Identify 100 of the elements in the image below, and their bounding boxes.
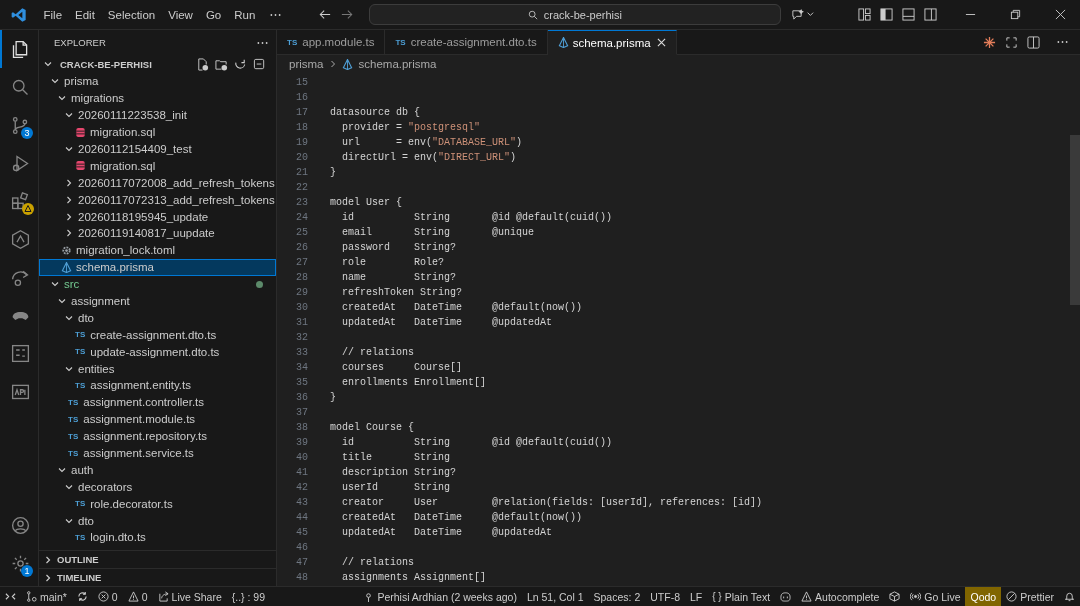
prisma-triangle-icon	[61, 261, 72, 273]
menu-item[interactable]: Edit	[68, 8, 102, 21]
menu-item[interactable]: Go	[199, 8, 228, 21]
editor-tab[interactable]: TS create-assignment.dto.ts	[385, 30, 548, 55]
new-file-icon[interactable]	[196, 57, 209, 71]
tree-item[interactable]: dto	[39, 309, 276, 327]
breadcrumb-item[interactable]: schema.prisma	[358, 58, 437, 70]
menu-item[interactable]: Run	[227, 8, 262, 21]
tree-item[interactable]: prisma	[39, 73, 276, 90]
secondary-sidebar-icon[interactable]	[924, 8, 937, 21]
status-item[interactable]: Live Share	[171, 590, 222, 603]
tree-item[interactable]: auth	[39, 461, 276, 479]
remote-icon[interactable]	[5, 591, 16, 602]
tree-item[interactable]: 20260118195945_update	[39, 208, 276, 225]
tree-item[interactable]: migrations	[39, 89, 276, 107]
tree-item[interactable]: assignment	[39, 292, 276, 310]
tree-item[interactable]: 20260117072313_add_refresh_tokens	[39, 191, 276, 209]
restore-icon[interactable]	[1010, 9, 1021, 20]
section-header[interactable]: OUTLINE	[39, 550, 276, 568]
code-line: id String @id @default(cuid())	[341, 437, 613, 448]
typescript-icon: TS	[395, 37, 406, 47]
cube-icon[interactable]	[889, 591, 901, 602]
copilot-icon[interactable]	[780, 591, 792, 602]
section-header[interactable]: TIMELINE	[39, 568, 276, 586]
sync-icon[interactable]	[76, 591, 88, 602]
tree-item[interactable]: 20260119140817_uupdate	[39, 225, 276, 242]
close-icon[interactable]	[1055, 9, 1066, 20]
project-title[interactable]: CRACK-BE-PERHISI	[60, 58, 152, 70]
tree-item[interactable]: TS create-assignment.dto.ts	[39, 326, 276, 344]
tree-item[interactable]: TS role.decorator.ts	[39, 495, 276, 513]
editor-tab[interactable]: TS app.module.ts	[277, 30, 386, 55]
tree-item[interactable]: TS assignment.module.ts	[39, 410, 276, 428]
layout-icon[interactable]	[858, 8, 871, 21]
tree-item[interactable]: schema.prisma	[39, 258, 276, 276]
panel-toggle-icon[interactable]	[902, 8, 915, 21]
close-icon[interactable]	[656, 38, 666, 47]
extensions-icon[interactable]	[9, 190, 31, 212]
chat-sparkle-icon[interactable]	[790, 8, 815, 21]
breadcrumb-item[interactable]: prisma	[289, 58, 324, 70]
tree-item[interactable]: migration.sql	[39, 157, 276, 175]
scrollbar-thumb[interactable]	[1070, 135, 1080, 305]
menu-item[interactable]: File	[37, 8, 69, 21]
status-item[interactable]: Spaces: 2	[593, 590, 641, 603]
tree-item[interactable]: 20260111223538_init	[39, 106, 276, 124]
menu-item[interactable]: View	[161, 8, 200, 21]
refresh-icon[interactable]	[234, 57, 247, 71]
tree-item[interactable]: dto	[39, 512, 276, 530]
sparkle-burst-icon[interactable]	[983, 35, 996, 49]
status-item[interactable]: UTF-8	[650, 590, 680, 603]
line-number: 39	[295, 437, 308, 448]
code-line: name String?	[341, 272, 457, 283]
more-icon[interactable]	[1057, 40, 1068, 44]
bell-icon[interactable]	[1064, 591, 1075, 602]
tree-item[interactable]: TS update-assignment.dto.ts	[39, 343, 276, 361]
code-line: directUrl = env("DIRECT_URL")	[341, 152, 517, 163]
tree-item[interactable]: 20260117072008_add_refresh_tokens	[39, 174, 276, 192]
more-icon[interactable]	[257, 40, 268, 45]
tree-item[interactable]: migration.sql	[39, 123, 276, 141]
status-item[interactable]: Perhisi Ardhian (2 weeks ago)	[377, 590, 517, 603]
code-line: assignments Assignment[]	[341, 572, 487, 583]
tree-item[interactable]: TS login.dto.ts	[39, 529, 276, 546]
typescript-icon: TS	[75, 330, 86, 340]
line-number: 44	[295, 512, 308, 523]
more-icon[interactable]	[269, 12, 281, 17]
sidebar-toggle-icon[interactable]	[880, 8, 893, 21]
status-item[interactable]: Plain Text	[724, 590, 771, 603]
status-item[interactable]: 0	[141, 590, 148, 603]
command-search-field[interactable]: crack-be-perhisi	[368, 4, 781, 25]
tree-item[interactable]: TS assignment.controller.ts	[39, 393, 276, 411]
status-item[interactable]: 0	[111, 590, 118, 603]
status-item[interactable]: Go Live	[924, 590, 961, 603]
account-icon[interactable]	[9, 514, 31, 536]
tree-item[interactable]: migration_lock.toml	[39, 241, 276, 259]
menu-item[interactable]: Selection	[101, 8, 162, 21]
status-item[interactable]: LF	[690, 590, 703, 603]
activity-item[interactable]: 3	[0, 106, 38, 144]
back-arrow-icon[interactable]	[318, 9, 331, 20]
split-editor-icon[interactable]	[1027, 35, 1040, 49]
hexagon-icon[interactable]	[9, 228, 31, 250]
tree-item[interactable]: entities	[39, 360, 276, 378]
new-folder-icon[interactable]	[215, 57, 228, 71]
tree-item[interactable]: decorators	[39, 478, 276, 496]
tree-item[interactable]: 20260112154409_test	[39, 140, 276, 158]
count-badge: 1	[21, 565, 33, 577]
editor-tab[interactable]: schema.prisma	[547, 30, 677, 55]
tree-item[interactable]: TS assignment.entity.ts	[39, 377, 276, 394]
tree-item[interactable]: TS assignment.repository.ts	[39, 427, 276, 445]
status-item[interactable]: Ln 51, Col 1	[526, 590, 584, 603]
status-item[interactable]: Prettier	[1020, 590, 1054, 603]
status-item[interactable]: main*	[40, 590, 67, 603]
forward-arrow-icon[interactable]	[340, 9, 353, 20]
status-item[interactable]: {..} : 99	[231, 590, 266, 603]
code-line: password String?	[341, 242, 457, 253]
code-line: userId String	[341, 482, 451, 493]
code-line: createdAt DateTime @default(now())	[341, 302, 583, 313]
line-number: 20	[295, 152, 308, 163]
status-item[interactable]: Autocomplete	[815, 590, 880, 603]
tree-item[interactable]: TS assignment.service.ts	[39, 444, 276, 462]
tree-item[interactable]: src	[39, 275, 276, 293]
collapse-all-icon[interactable]	[253, 57, 266, 71]
